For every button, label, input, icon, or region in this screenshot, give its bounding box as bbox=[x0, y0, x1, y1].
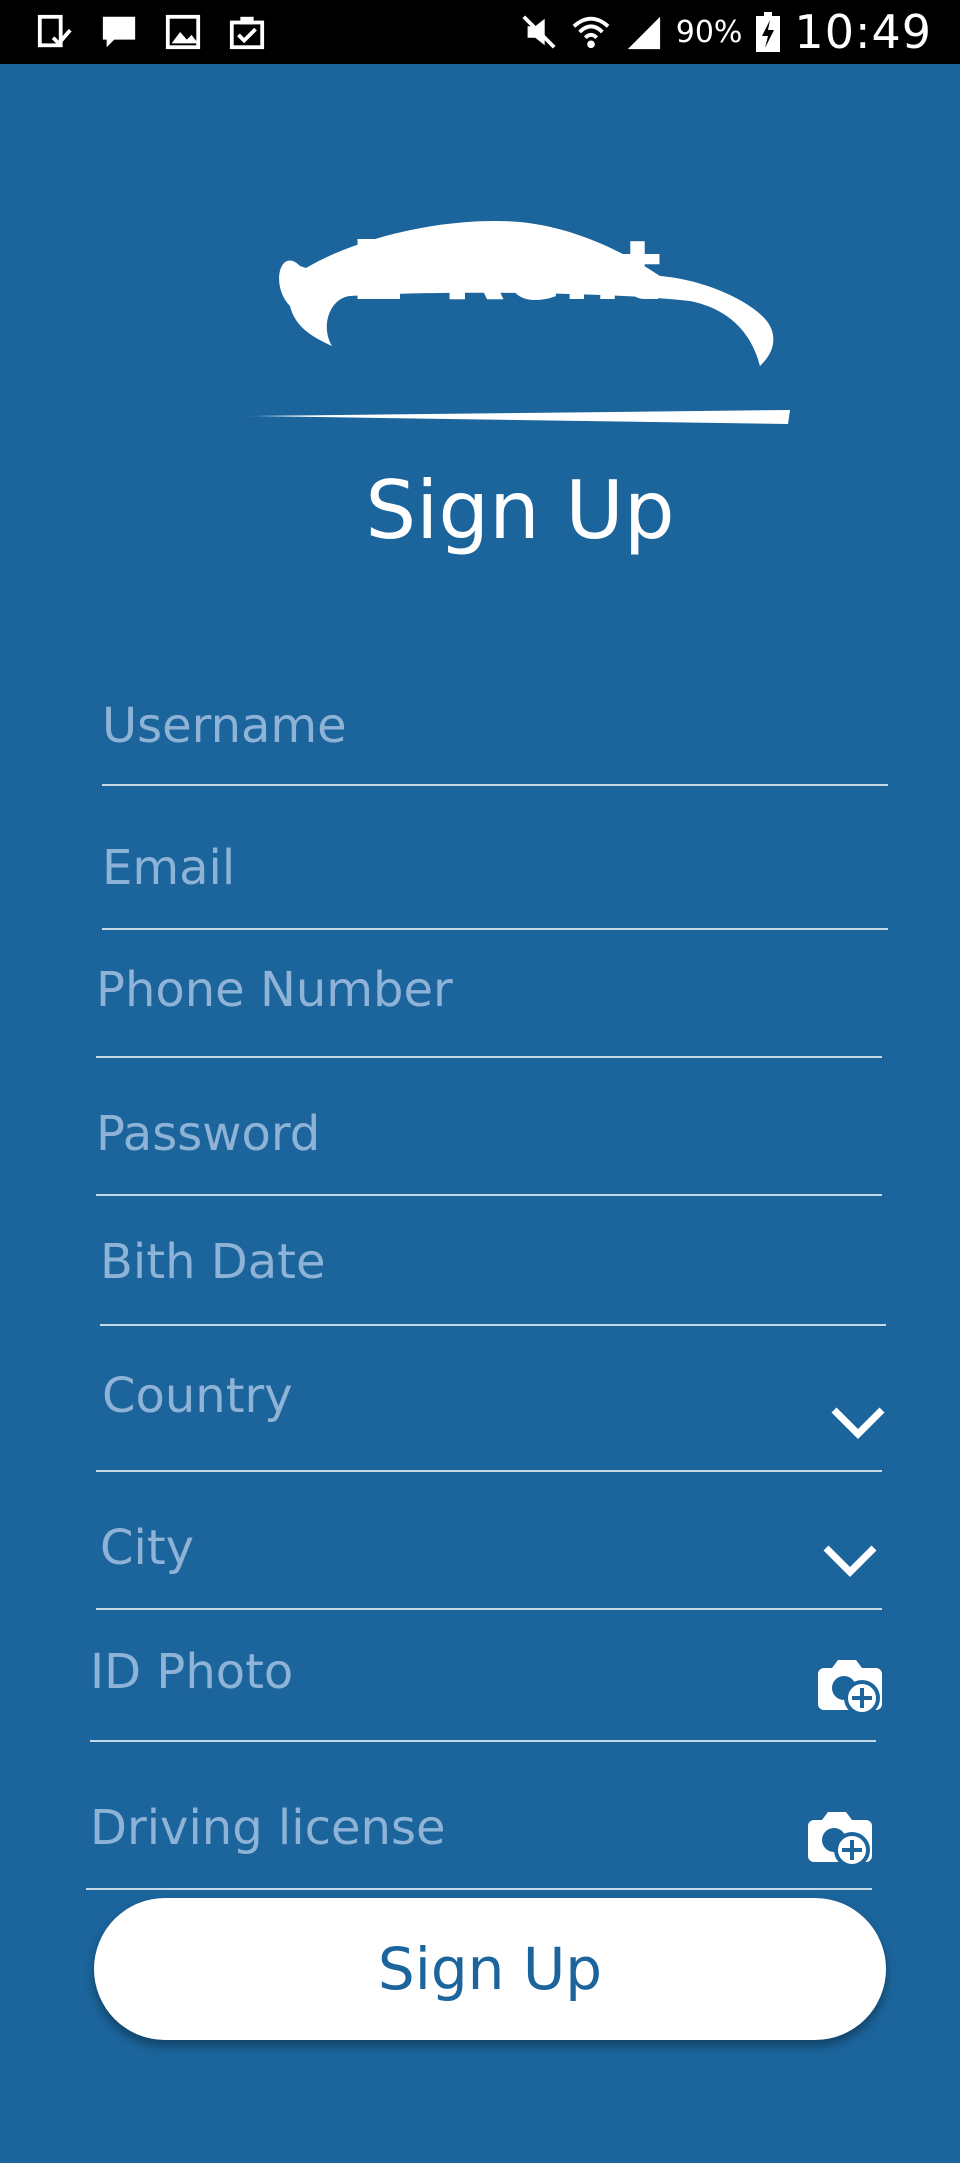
email-field[interactable]: Email bbox=[102, 808, 888, 930]
chevron-down-icon bbox=[831, 1407, 885, 1439]
birth-date-placeholder: Bith Date bbox=[100, 1234, 326, 1290]
email-placeholder: Email bbox=[102, 840, 236, 896]
image-icon bbox=[165, 14, 201, 50]
clipboard-check-icon bbox=[229, 16, 265, 50]
driving-license-field[interactable]: Driving license bbox=[86, 1776, 872, 1890]
signup-screen: E-Rent Sign Up Username Email Phone Numb… bbox=[0, 64, 960, 2163]
add-photo-camera-icon[interactable] bbox=[810, 1654, 884, 1718]
birth-date-field[interactable]: Bith Date bbox=[100, 1214, 886, 1326]
status-bar: 90% 10:49 bbox=[0, 0, 960, 64]
phone-number-field[interactable]: Phone Number bbox=[96, 934, 882, 1058]
sign-up-button[interactable]: Sign Up bbox=[94, 1898, 886, 2040]
password-placeholder: Password bbox=[96, 1106, 321, 1162]
phone-number-placeholder: Phone Number bbox=[96, 962, 453, 1018]
password-field[interactable]: Password bbox=[96, 1076, 882, 1196]
username-field[interactable]: Username bbox=[102, 624, 888, 786]
city-select[interactable]: City bbox=[96, 1480, 882, 1610]
battery-percent: 90% bbox=[675, 14, 743, 50]
status-bar-system: 90% 10:49 bbox=[520, 5, 932, 59]
wifi-icon bbox=[572, 16, 610, 49]
driving-license-placeholder: Driving license bbox=[90, 1800, 446, 1856]
clock: 10:49 bbox=[794, 5, 932, 59]
country-select[interactable]: Country bbox=[96, 1342, 885, 1472]
message-icon bbox=[102, 16, 136, 48]
logo-text: E-Rent bbox=[350, 224, 663, 319]
id-photo-placeholder: ID Photo bbox=[90, 1644, 294, 1700]
username-placeholder: Username bbox=[102, 698, 347, 754]
chevron-down-icon bbox=[823, 1545, 877, 1577]
add-photo-camera-icon[interactable] bbox=[800, 1806, 874, 1870]
signal-icon bbox=[627, 16, 660, 50]
id-photo-field[interactable]: ID Photo bbox=[90, 1630, 882, 1742]
mute-icon bbox=[522, 15, 556, 49]
status-bar-notifications bbox=[36, 10, 266, 54]
battery-charging-icon bbox=[756, 12, 781, 52]
page-title: Sign Up bbox=[365, 464, 675, 557]
download-done-icon bbox=[37, 14, 72, 48]
city-placeholder: City bbox=[100, 1520, 195, 1576]
country-placeholder: Country bbox=[102, 1368, 293, 1424]
